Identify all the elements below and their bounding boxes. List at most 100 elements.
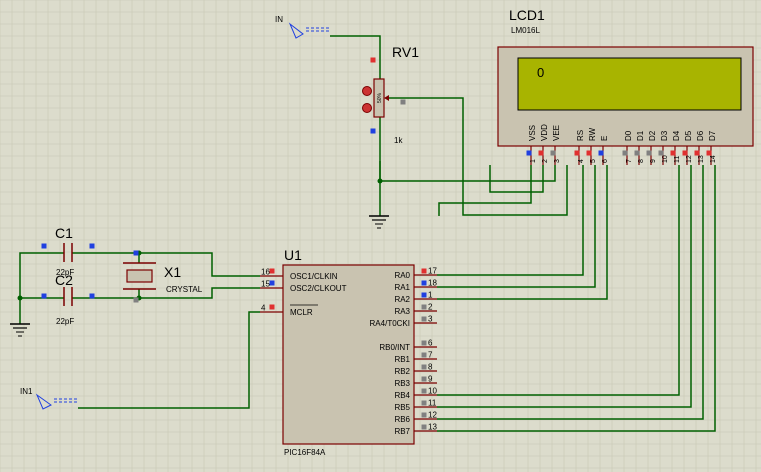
pin-state-marker — [421, 424, 427, 430]
lcd-pin-name: D5 — [684, 130, 693, 141]
mcu-right-pin-name: RB5 — [394, 403, 410, 412]
pin-state-marker — [706, 150, 712, 156]
terminal-in[interactable]: IN — [275, 15, 330, 39]
lcd-ref-label: LCD1 — [509, 7, 545, 23]
terminal-in1[interactable]: IN1 — [20, 387, 78, 410]
pin-state-marker — [421, 292, 427, 298]
pin-state-marker — [269, 304, 275, 310]
wire — [380, 165, 556, 182]
lcd-pin-number: 14 — [710, 155, 717, 163]
pin-state-marker — [694, 150, 700, 156]
pin-state-marker — [670, 150, 676, 156]
pot-value-label: 1k — [394, 136, 403, 145]
pin-state-marker — [133, 250, 139, 256]
pin-state-marker — [400, 99, 406, 105]
lcd-pin-name: D7 — [708, 130, 717, 141]
mcu-left-pin-number: 4 — [261, 304, 266, 313]
lcd-pin-number: 5 — [590, 159, 597, 163]
crystal-x1[interactable]: X1 CRYSTAL — [123, 262, 203, 294]
pot-up-button[interactable] — [362, 86, 372, 96]
pin-state-marker — [550, 150, 556, 156]
pin-state-marker — [622, 150, 628, 156]
mcu-right-pin-name: RB1 — [394, 355, 410, 364]
mcu-right-pin-number: 18 — [428, 279, 437, 288]
lcd-pin-number: 3 — [554, 159, 561, 163]
wire — [489, 165, 544, 193]
pin-state-marker — [598, 150, 604, 156]
mcu-part-label: PIC16F84A — [284, 448, 326, 457]
pin-state-marker — [133, 297, 139, 303]
pin-state-marker — [634, 150, 640, 156]
lcd-pin-name: D2 — [648, 130, 657, 141]
lcd-pin-number: 12 — [686, 155, 693, 163]
lcd-cursor-char: 0 — [537, 65, 544, 80]
mcu-right-pin-name: RB0/INT — [379, 343, 410, 352]
c2-ref-label: C2 — [55, 272, 73, 288]
pin-state-marker — [421, 268, 427, 274]
mcu-right-pin-number: 17 — [428, 267, 437, 276]
pin-state-marker — [421, 364, 427, 370]
mcu-right-pin-number: 6 — [428, 339, 433, 348]
lcd-pin-name: VSS — [528, 125, 537, 141]
terminal-in-label: IN — [275, 15, 283, 24]
wire — [19, 252, 64, 324]
c2-value-label: 22pF — [56, 317, 74, 326]
mcu-right-pin-name: RB2 — [394, 367, 410, 376]
capacitor-c2[interactable]: C2 22pF — [55, 272, 74, 326]
mcu-right-pin-number: 12 — [428, 411, 437, 420]
schematic-canvas: LCD1 LM016L 0 VSS 1 VDD 2 VEE 3 RS 4 RW 5 E 6 D0 7 D1 8… — [0, 0, 761, 472]
mcu-left-pin-name: MCLR — [290, 308, 313, 317]
mcu-right-pin-name: RA2 — [394, 295, 410, 304]
lcd-pin-name: D3 — [660, 130, 669, 141]
lcd-pin-number: 8 — [638, 159, 645, 163]
pin-state-marker — [41, 293, 47, 299]
mcu-right-pin-name: RA3 — [394, 307, 410, 316]
lcd-module[interactable]: LCD1 LM016L 0 VSS 1 VDD 2 VEE 3 RS 4 RW 5 E 6 D0 7 D1 8… — [497, 7, 754, 165]
mcu-right-pin-number: 11 — [428, 399, 437, 408]
pin-state-marker — [586, 150, 592, 156]
lcd-pin-number: 9 — [650, 159, 657, 163]
capacitor-c1[interactable]: C1 22pF — [55, 225, 74, 277]
lcd-pin-name: D4 — [672, 130, 681, 141]
mcu-right-pin-number: 2 — [428, 303, 433, 312]
mcu-right-pin-name: RB7 — [394, 427, 410, 436]
lcd-pin-name: D0 — [624, 130, 633, 141]
pin-state-marker — [370, 128, 376, 134]
pin-state-marker — [658, 150, 664, 156]
pin-state-marker — [421, 376, 427, 382]
mcu-left-pin-number: 15 — [261, 280, 270, 289]
mcu-left-pin-name: OSC2/CLKOUT — [290, 284, 347, 293]
ground-symbol-left — [10, 323, 30, 337]
crystal-ref-label: X1 — [164, 264, 181, 280]
wire — [138, 252, 260, 277]
pot-percent-label: 50% — [377, 92, 383, 103]
mcu-u1[interactable]: U1 16 OSC1/CLKIN15 OSC2/CLKOUT4 MCLR 17RA01… — [260, 247, 437, 457]
crystal-body — [126, 269, 153, 283]
lcd-pin-number: 1 — [530, 159, 537, 163]
mcu-right-pin-number: 8 — [428, 363, 433, 372]
mcu-left-pin-name: OSC1/CLKIN — [290, 272, 338, 281]
lcd-pin-name: VDD — [540, 124, 549, 141]
mcu-right-pin-number: 7 — [428, 351, 433, 360]
mcu-right-pin-number: 13 — [428, 423, 437, 432]
pot-down-button[interactable] — [362, 103, 372, 113]
pin-state-marker — [41, 243, 47, 249]
crystal-type-label: CRYSTAL — [166, 285, 203, 294]
mcu-right-pin-name: RA0 — [394, 271, 410, 280]
lcd-pin-name: D6 — [696, 130, 705, 141]
lcd-pin-name: RW — [588, 127, 597, 141]
pin-state-marker — [269, 280, 275, 286]
lcd-model-label: LM016L — [511, 26, 540, 35]
pin-state-marker — [682, 150, 688, 156]
lcd-pin-name: VEE — [552, 125, 561, 141]
mcu-right-pin-name: RA4/T0CKI — [370, 319, 410, 328]
pin-state-marker — [526, 150, 532, 156]
mcu-ref-label: U1 — [284, 247, 302, 263]
pin-state-marker — [574, 150, 580, 156]
pin-state-marker — [89, 293, 95, 299]
pin-state-marker — [370, 57, 376, 63]
wire — [438, 165, 532, 216]
pin-state-marker — [421, 388, 427, 394]
lcd-pin-number: 2 — [542, 159, 549, 163]
lcd-screen — [517, 57, 742, 111]
